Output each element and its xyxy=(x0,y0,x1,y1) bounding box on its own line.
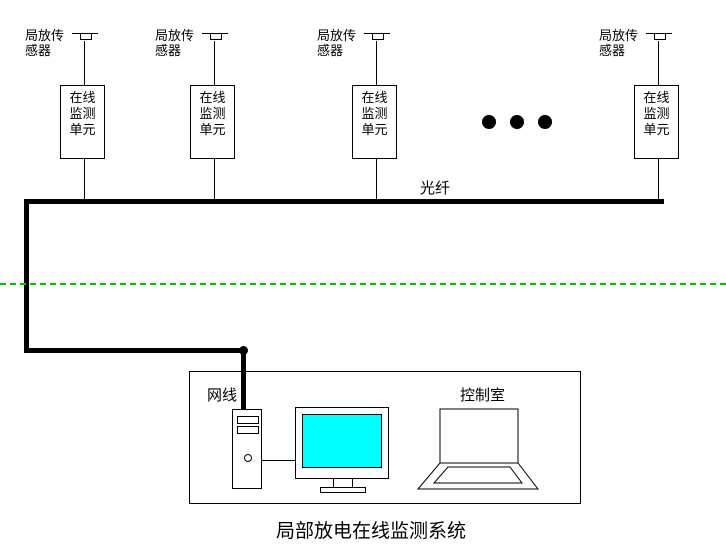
fiber-label: 光纤 xyxy=(420,177,450,198)
connector-line xyxy=(214,159,215,201)
sensor-label: 局放传感器 xyxy=(317,28,356,58)
sensor-icon xyxy=(646,33,672,41)
connector-line xyxy=(658,41,659,85)
desktop-monitor-icon xyxy=(295,407,389,479)
node-dot xyxy=(239,346,248,355)
laptop-icon xyxy=(410,407,540,492)
connector-line xyxy=(658,159,659,201)
monitor-unit-box: 在线监测单元 xyxy=(634,85,679,159)
sensor-icon xyxy=(202,33,228,41)
connector-line xyxy=(376,41,377,85)
ellipsis-dot xyxy=(510,115,524,129)
divider-line xyxy=(0,283,726,285)
net-label: 网线 xyxy=(207,384,237,405)
cable-line xyxy=(262,460,295,461)
monitor-unit-box: 在线监测单元 xyxy=(352,85,397,159)
monitor-unit-box: 在线监测单元 xyxy=(60,85,105,159)
monitor-base xyxy=(320,487,366,493)
sensor-icon xyxy=(364,33,390,41)
fiber-bus xyxy=(659,199,664,204)
ellipsis-dot xyxy=(482,115,496,129)
sensor-label: 局放传感器 xyxy=(25,28,64,58)
control-room-label: 控制室 xyxy=(460,384,505,405)
connector-line xyxy=(84,41,85,85)
diagram-title: 局部放电在线监测系统 xyxy=(276,516,466,543)
sensor-label: 局放传感器 xyxy=(155,28,194,58)
ellipsis-dot xyxy=(538,115,552,129)
monitor-screen xyxy=(302,414,382,468)
fiber-bus xyxy=(24,199,664,204)
pc-tower-icon xyxy=(232,409,262,489)
unit-label: 在线监测单元 xyxy=(199,90,225,137)
connector-line xyxy=(214,41,215,85)
unit-label: 在线监测单元 xyxy=(361,90,387,137)
sensor-icon xyxy=(72,33,98,41)
connector-line xyxy=(84,159,85,201)
unit-label: 在线监测单元 xyxy=(69,90,95,137)
unit-label: 在线监测单元 xyxy=(643,90,669,137)
connector-line xyxy=(376,159,377,201)
monitor-unit-box: 在线监测单元 xyxy=(190,85,235,159)
fiber-bus xyxy=(24,199,29,352)
sensor-label: 局放传感器 xyxy=(599,28,638,58)
fiber-bus xyxy=(24,348,246,353)
